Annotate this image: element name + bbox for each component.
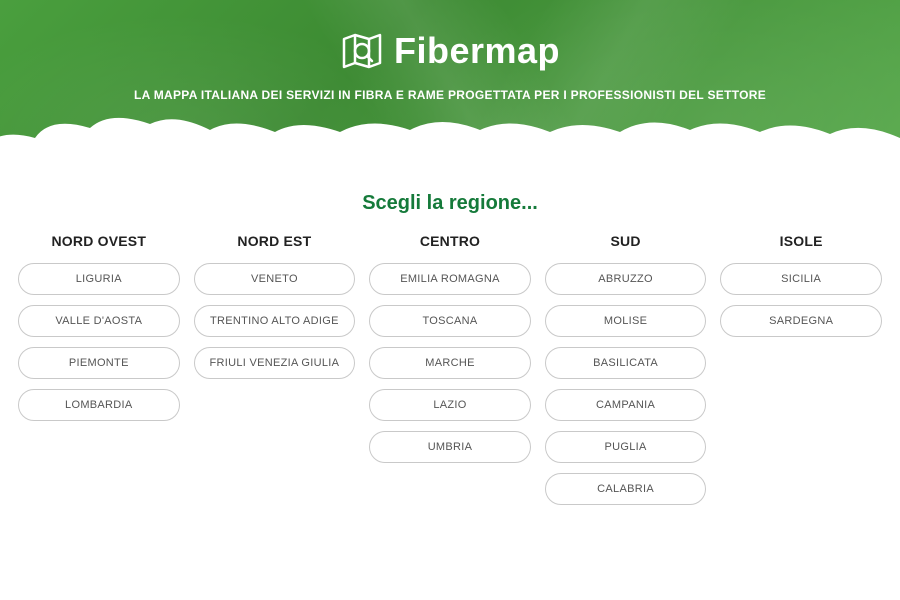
column-title: NORD OVEST — [18, 233, 180, 249]
region-column: NORD EST VENETO TRENTINO ALTO ADIGE FRIULI … — [194, 233, 356, 515]
region-columns: NORD OVEST LIGURIA VALLE D'AOSTA PIEMONTE LO… — [18, 233, 882, 515]
region-column: NORD OVEST LIGURIA VALLE D'AOSTA PIEMONTE LO… — [18, 233, 180, 515]
cloud-divider — [0, 110, 900, 168]
region-button[interactable]: EMILIA ROMAGNA — [369, 263, 531, 295]
region-button[interactable]: MOLISE — [545, 305, 707, 337]
region-button[interactable]: TRENTINO ALTO ADIGE — [194, 305, 356, 337]
region-button[interactable]: ABRUZZO — [545, 263, 707, 295]
column-title: SUD — [545, 233, 707, 249]
region-button[interactable]: FRIULI VENEZIA GIULIA — [194, 347, 356, 379]
tagline: LA MAPPA ITALIANA DEI SERVIZI IN FIBRA E… — [0, 88, 900, 102]
region-button[interactable]: MARCHE — [369, 347, 531, 379]
map-icon — [340, 31, 384, 71]
column-title: NORD EST — [194, 233, 356, 249]
region-button[interactable]: PUGLIA — [545, 431, 707, 463]
hero-banner: Fibermap LA MAPPA ITALIANA DEI SERVIZI I… — [0, 0, 900, 168]
region-button[interactable]: BASILICATA — [545, 347, 707, 379]
column-title: ISOLE — [720, 233, 882, 249]
region-column: ISOLE SICILIA SARDEGNA — [720, 233, 882, 515]
logo: Fibermap — [340, 30, 560, 72]
region-button[interactable]: SICILIA — [720, 263, 882, 295]
choose-region-title: Scegli la regione... — [18, 192, 882, 215]
region-column: CENTRO EMILIA ROMAGNA TOSCANA MARCHE LAZIO UM… — [369, 233, 531, 515]
region-button[interactable]: UMBRIA — [369, 431, 531, 463]
region-button[interactable]: VENETO — [194, 263, 356, 295]
logo-text: Fibermap — [394, 30, 560, 72]
region-button[interactable]: VALLE D'AOSTA — [18, 305, 180, 337]
main-content: Scegli la regione... NORD OVEST LIGURIA VA… — [0, 168, 900, 515]
column-title: CENTRO — [369, 233, 531, 249]
region-button[interactable]: TOSCANA — [369, 305, 531, 337]
region-button[interactable]: LIGURIA — [18, 263, 180, 295]
region-column: SUD ABRUZZO MOLISE BASILICATA CAMPANIA PUGLIA… — [545, 233, 707, 515]
region-button[interactable]: SARDEGNA — [720, 305, 882, 337]
region-button[interactable]: LAZIO — [369, 389, 531, 421]
region-button[interactable]: CALABRIA — [545, 473, 707, 505]
region-button[interactable]: PIEMONTE — [18, 347, 180, 379]
region-button[interactable]: LOMBARDIA — [18, 389, 180, 421]
region-button[interactable]: CAMPANIA — [545, 389, 707, 421]
